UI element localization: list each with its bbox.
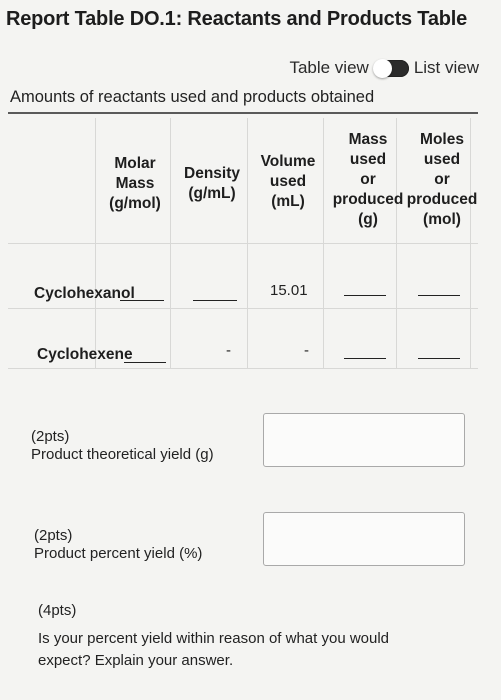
page-title: Report Table DO.1: Reactants and Product… — [6, 8, 468, 30]
header-line: Moles — [420, 131, 464, 148]
grid-divider — [8, 308, 478, 309]
header-line: used — [423, 151, 461, 168]
header-line: (g) — [358, 211, 378, 228]
header-line: Volume — [260, 153, 316, 170]
header-molar-mass: Molar Mass (g/mol) — [100, 154, 170, 214]
question-text: Product theoretical yield (g) — [31, 446, 214, 463]
question-points: (2pts) — [31, 428, 70, 445]
header-line: or — [434, 171, 450, 188]
toggle-knob — [372, 58, 392, 78]
question-text: expect? Explain your answer. — [38, 652, 234, 669]
density-input[interactable] — [193, 300, 237, 301]
header-line: Density — [184, 165, 240, 182]
header-line: produced — [332, 191, 404, 208]
header-line: used — [349, 151, 387, 168]
header-line: used — [269, 173, 307, 190]
header-moles: Moles used or produced (mol) — [402, 130, 482, 230]
volume-value: 15.01 — [270, 282, 308, 299]
view-toggle-switch[interactable] — [372, 58, 409, 78]
question-text: Is your percent yield within reason of w… — [38, 630, 390, 647]
header-line: Molar — [114, 155, 156, 172]
grid-divider — [8, 368, 478, 369]
header-line: or — [360, 171, 376, 188]
moles-input[interactable] — [418, 295, 460, 296]
caption-rule — [8, 112, 478, 114]
grid-divider — [8, 243, 478, 244]
header-line: Mass — [348, 131, 388, 148]
question-text: Product percent yield (%) — [34, 545, 203, 562]
table-view-label: Table view — [289, 58, 369, 77]
header-line: (g/mL) — [188, 185, 236, 202]
molar-mass-input[interactable] — [120, 300, 164, 301]
row-label-cyclohexene: Cyclohexene — [37, 346, 133, 363]
header-volume: Volume used (mL) — [252, 152, 324, 212]
mass-input[interactable] — [344, 295, 386, 296]
question-points: (4pts) — [38, 602, 77, 619]
header-line: (mL) — [271, 193, 305, 210]
header-line: produced — [406, 191, 478, 208]
molar-mass-input[interactable] — [124, 362, 166, 363]
view-toggle-row: Table view List view — [289, 58, 479, 78]
header-line: Mass — [115, 175, 155, 192]
header-line: (g/mol) — [109, 195, 161, 212]
header-density: Density (g/mL) — [176, 164, 248, 204]
mass-input[interactable] — [344, 358, 386, 359]
list-view-label: List view — [413, 58, 479, 77]
theoretical-yield-input[interactable] — [263, 413, 465, 467]
header-line: (mol) — [423, 211, 461, 228]
percent-yield-input[interactable] — [263, 512, 465, 566]
question-points: (2pts) — [34, 527, 73, 544]
density-value: - — [226, 342, 231, 359]
header-mass: Mass used or produced (g) — [328, 130, 408, 230]
table-caption: Amounts of reactants used and products o… — [10, 88, 375, 106]
moles-input[interactable] — [418, 358, 460, 359]
volume-value: - — [304, 342, 309, 359]
